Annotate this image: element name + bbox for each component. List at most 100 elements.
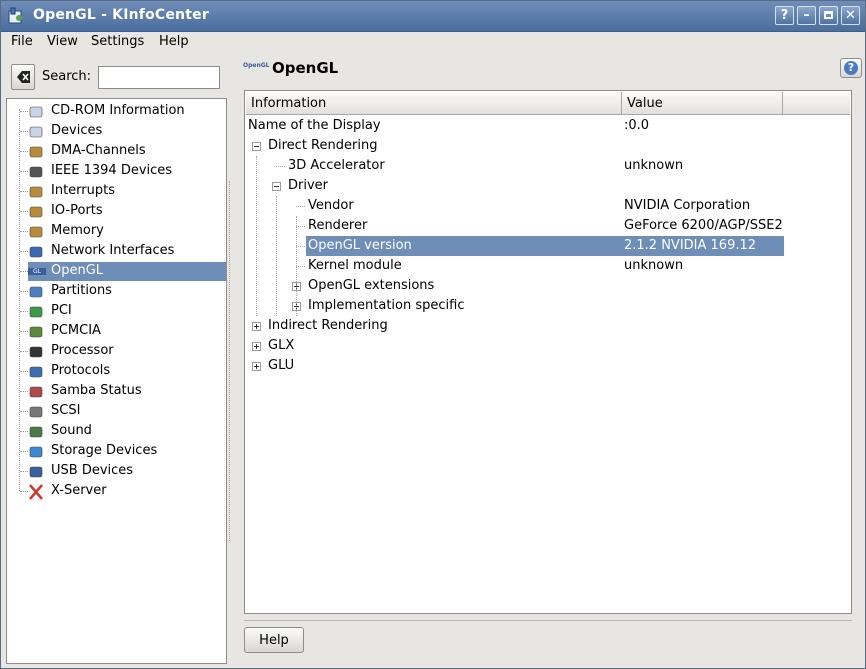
question-icon: ?	[844, 61, 858, 75]
tree-row[interactable]: Indirect Rendering	[245, 316, 851, 336]
collapse-icon[interactable]	[272, 182, 281, 191]
sidebar-item-label: Devices	[51, 123, 103, 138]
column-header-value[interactable]: Value	[622, 92, 783, 115]
tree-row[interactable]: Vendor NVIDIA Corporation	[245, 196, 851, 216]
tree-connector	[296, 226, 305, 227]
sidebar-item-samba-status[interactable]: Samba Status	[20, 382, 226, 401]
column-header-information[interactable]: Information	[246, 92, 622, 115]
sidebar-item-processor[interactable]: Processor	[20, 342, 226, 361]
expand-icon[interactable]	[252, 322, 261, 331]
sidebar-item-network-interfaces[interactable]: Network Interfaces	[20, 242, 226, 261]
tree-row[interactable]: Implementation specific	[245, 296, 851, 316]
panel-splitter[interactable]	[229, 181, 232, 541]
expand-icon[interactable]	[252, 362, 261, 371]
sidebar-item-cd-rom-information[interactable]: CD-ROM Information	[20, 102, 226, 121]
info-key: Indirect Rendering	[268, 318, 388, 333]
tree-row[interactable]: 3D Accelerator unknown	[245, 156, 851, 176]
tree-row[interactable]: Renderer GeForce 6200/AGP/SSE2	[245, 216, 851, 236]
tree-guide-line	[19, 109, 20, 491]
info-key: Implementation specific	[308, 298, 465, 313]
info-key: Name of the Display	[248, 118, 381, 133]
menu-settings[interactable]: Settings	[91, 34, 144, 49]
tree-guide-line	[256, 156, 257, 316]
help-button[interactable]: Help	[244, 627, 304, 653]
expand-icon[interactable]	[252, 342, 261, 351]
sidebar-item-interrupts[interactable]: Interrupts	[20, 182, 226, 201]
info-value: unknown	[624, 158, 684, 173]
tree-guide-line	[296, 216, 297, 316]
sidebar-item-memory[interactable]: Memory	[20, 222, 226, 241]
processor-icon	[28, 344, 44, 360]
sidebar-item-partitions[interactable]: Partitions	[20, 282, 226, 301]
tree-row[interactable]: Name of the Display:0.0	[245, 116, 851, 136]
tree-guide-line	[276, 196, 277, 316]
menu-file[interactable]: File	[11, 34, 33, 49]
sidebar-item-protocols[interactable]: Protocols	[20, 362, 226, 381]
sidebar-item-label: Samba Status	[51, 383, 142, 398]
page-title: OpenGL	[272, 59, 339, 77]
sidebar-item-pcmcia[interactable]: PCMCIA	[20, 322, 226, 341]
sidebar-item-sound[interactable]: Sound	[20, 422, 226, 441]
tree-row[interactable]: OpenGL extensions	[245, 276, 851, 296]
tree-connector	[20, 471, 28, 472]
chip-icon	[28, 224, 44, 240]
storage-icon	[28, 444, 44, 460]
info-key: Renderer	[308, 218, 368, 233]
usb-icon	[28, 464, 44, 480]
tree-connector	[276, 166, 285, 167]
info-key: GLU	[268, 358, 295, 373]
info-tree-view[interactable]: Information Value Name of the Display:0.…	[244, 90, 852, 614]
sidebar-item-opengl[interactable]: GL OpenGL	[20, 262, 226, 281]
sidebar-item-dma-channels[interactable]: DMA-Channels	[20, 142, 226, 161]
tree-row[interactable]: GLU	[245, 356, 851, 376]
tree-connector	[20, 431, 28, 432]
devices-icon	[28, 124, 44, 140]
tree-row[interactable]: OpenGL version 2.1.2 NVIDIA 169.12	[245, 236, 851, 256]
clear-search-button[interactable]	[11, 64, 35, 90]
tree-row[interactable]: Driver	[245, 176, 851, 196]
tree-connector	[296, 246, 305, 247]
cdrom-icon	[28, 104, 44, 120]
sidebar-item-x-server[interactable]: X-Server	[20, 482, 226, 501]
info-value: NVIDIA Corporation	[624, 198, 751, 213]
module-list[interactable]: CD-ROM Information Devices DMA-Channels IEE…	[6, 98, 227, 664]
title-bar[interactable]: OpenGL - KInfoCenter ? – ✕	[1, 1, 865, 32]
tree-row[interactable]: Kernel module unknown	[245, 256, 851, 276]
sidebar-item-ieee-1394-devices[interactable]: IEEE 1394 Devices	[20, 162, 226, 181]
sidebar-item-usb-devices[interactable]: USB Devices	[20, 462, 226, 481]
sidebar-item-label: Processor	[51, 343, 114, 358]
context-help-button[interactable]: ?	[775, 6, 794, 25]
close-button[interactable]: ✕	[841, 6, 860, 25]
sidebar-item-io-ports[interactable]: IO-Ports	[20, 202, 226, 221]
sidebar-item-label: IO-Ports	[51, 203, 103, 218]
menu-view[interactable]: View	[47, 34, 78, 49]
tree-row[interactable]: Direct Rendering	[245, 136, 851, 156]
sidebar-item-scsi[interactable]: SCSI	[20, 402, 226, 421]
kinfocenter-app-icon	[8, 7, 22, 24]
tree-connector	[20, 351, 28, 352]
sidebar-item-devices[interactable]: Devices	[20, 122, 226, 141]
search-input[interactable]	[98, 66, 220, 89]
whats-this-button[interactable]: ?	[840, 58, 862, 78]
minimize-button[interactable]: –	[797, 6, 816, 25]
sidebar-item-storage-devices[interactable]: Storage Devices	[20, 442, 226, 461]
sidebar-item-label: CD-ROM Information	[51, 103, 185, 118]
partitions-icon	[28, 284, 44, 300]
column-header-empty	[783, 92, 850, 115]
opengl-icon: GL	[28, 264, 46, 280]
sidebar-item-pci[interactable]: PCI	[20, 302, 226, 321]
firewire-icon	[28, 164, 44, 180]
info-key: Kernel module	[308, 258, 402, 273]
network-icon	[28, 244, 44, 260]
sidebar-item-label: IEEE 1394 Devices	[51, 163, 173, 178]
sidebar-item-label: DMA-Channels	[51, 143, 146, 158]
collapse-icon[interactable]	[252, 142, 261, 151]
info-key: Vendor	[308, 198, 354, 213]
menu-help[interactable]: Help	[159, 34, 189, 49]
maximize-button[interactable]	[819, 6, 838, 25]
tree-connector	[20, 251, 28, 252]
tree-connector	[296, 266, 305, 267]
info-value: unknown	[624, 258, 684, 273]
info-key: GLX	[268, 338, 295, 353]
tree-row[interactable]: GLX	[245, 336, 851, 356]
